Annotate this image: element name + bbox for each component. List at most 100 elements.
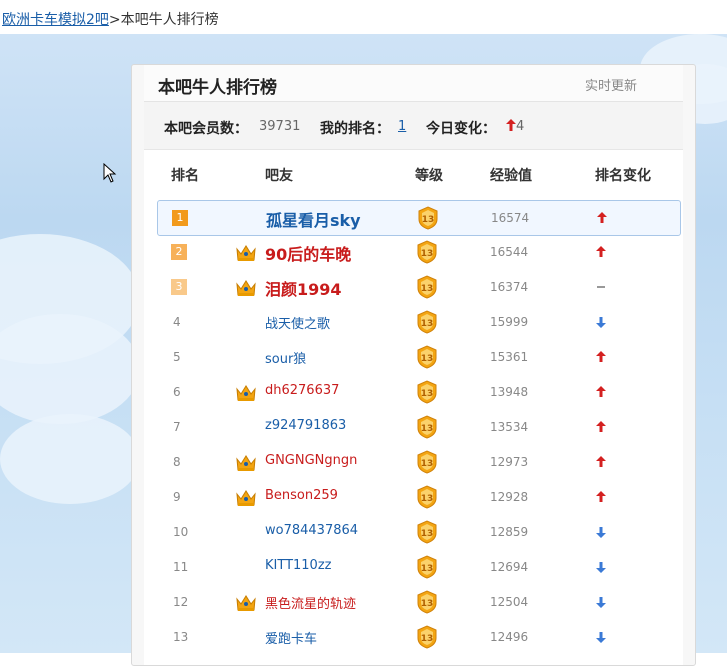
level-badge-icon: 13 (417, 240, 437, 264)
level-badge-icon: 13 (417, 310, 437, 334)
svg-text:13: 13 (421, 354, 434, 364)
svg-text:13: 13 (421, 249, 434, 259)
column-rank: 排名 (171, 168, 199, 184)
panel-header: 本吧牛人排行榜 实时更新 (144, 65, 683, 102)
exp-value: 16544 (490, 245, 529, 259)
user-name-link[interactable]: 战天使之歌 (265, 313, 330, 332)
crown-icon (236, 280, 256, 296)
exp-value: 12496 (490, 630, 529, 644)
members-label: 本吧会员数： (164, 121, 248, 137)
user-name-link[interactable]: z924791863 (265, 418, 346, 433)
rank-badge: 3 (171, 279, 187, 295)
exp-value: 13948 (490, 385, 529, 399)
level-badge-icon: 13 (418, 206, 438, 230)
rank-badge: 7 (173, 420, 181, 434)
arrow-up-icon (596, 456, 606, 467)
exp-value: 13534 (490, 420, 529, 434)
members-count: 39731 (259, 119, 301, 134)
breadcrumb-current: 本吧牛人排行榜 (120, 12, 219, 28)
exp-value: 16574 (491, 211, 530, 225)
user-name-link[interactable]: 90后的车晚 (265, 241, 351, 265)
level-badge-icon: 13 (417, 520, 437, 544)
user-name-link[interactable]: 爱跑卡车 (265, 628, 317, 647)
rank-badge: 1 (172, 210, 188, 226)
rank-badge: 2 (171, 244, 187, 260)
svg-text:13: 13 (421, 529, 434, 539)
arrow-down-icon (596, 317, 606, 328)
user-name-link[interactable]: wo784437864 (265, 523, 358, 538)
stats-bar: 本吧会员数： 39731 我的排名： 1 今日变化： 4 (144, 102, 683, 150)
arrow-up-icon (596, 246, 606, 257)
user-name-link[interactable]: Benson259 (265, 488, 338, 503)
level-badge-icon: 13 (417, 450, 437, 474)
rank-badge: 13 (173, 630, 189, 644)
user-name-link[interactable]: GNGNGNgngn (265, 453, 357, 468)
exp-value: 12694 (490, 560, 529, 574)
level-badge-icon: 13 (417, 345, 437, 369)
table-row: 7 z924791863 13 13534 (157, 410, 679, 444)
svg-text:13: 13 (421, 284, 434, 294)
user-name-link[interactable]: 泪颜1994 (265, 276, 342, 300)
rank-badge: 9 (173, 490, 181, 504)
svg-text:13: 13 (421, 389, 434, 399)
crown-icon (236, 595, 256, 611)
svg-text:13: 13 (421, 424, 434, 434)
user-name-link[interactable]: KITT110zz (265, 558, 331, 573)
svg-text:13: 13 (421, 634, 434, 644)
level-badge-icon: 13 (417, 415, 437, 439)
column-change: 排名变化 (595, 168, 651, 184)
arrow-up-icon (596, 351, 606, 362)
arrow-up-icon (596, 421, 606, 432)
rank-badge: 8 (173, 455, 181, 469)
user-name-link[interactable]: dh6276637 (265, 383, 339, 398)
table-row: 5 sour狼 13 15361 (157, 340, 679, 374)
rank-badge: 12 (173, 595, 189, 609)
today-change-number: 4 (516, 119, 525, 134)
exp-value: 12859 (490, 525, 529, 539)
arrow-up-icon (597, 212, 607, 223)
user-name-link[interactable]: 黑色流星的轨迹 (265, 593, 356, 612)
live-update-label: 实时更新 (584, 79, 637, 94)
arrow-up-icon (506, 119, 516, 131)
user-name-link[interactable]: 孤星看月sky (266, 207, 361, 231)
level-badge-icon: 13 (417, 380, 437, 404)
level-badge-icon: 13 (417, 625, 437, 649)
cloud (0, 414, 140, 504)
level-badge-icon: 13 (417, 555, 437, 579)
svg-text:13: 13 (421, 494, 434, 504)
rank-badge: 5 (173, 350, 181, 364)
breadcrumb: 欧洲卡车模拟2吧>本吧牛人排行榜 (2, 11, 219, 29)
column-exp: 经验值 (490, 168, 532, 184)
svg-text:13: 13 (421, 564, 434, 574)
rank-badge: 10 (173, 525, 189, 539)
svg-text:13: 13 (421, 599, 434, 609)
arrow-down-icon (596, 632, 606, 643)
no-change-icon (597, 286, 605, 288)
table-row: 8 GNGNGNgngn 13 12973 (157, 445, 679, 479)
exp-value: 12973 (490, 455, 529, 469)
exp-value: 15999 (490, 315, 529, 329)
rank-badge: 11 (173, 560, 189, 574)
crown-icon (236, 490, 256, 506)
crown-icon (236, 455, 256, 471)
breadcrumb-separator: > (108, 12, 121, 28)
my-rank-link[interactable]: 1 (398, 119, 406, 134)
table-row: 11 KITT110zz 13 12694 (157, 550, 679, 584)
table-row: 1 孤星看月sky 13 16574 (157, 200, 681, 236)
table-row: 13 爱跑卡车 13 12496 (157, 620, 679, 654)
user-name-link[interactable]: sour狼 (265, 348, 306, 367)
svg-text:13: 13 (421, 319, 434, 329)
table-row: 10 wo784437864 13 12859 (157, 515, 679, 549)
mouse-cursor-icon (103, 163, 117, 183)
column-level: 等级 (415, 168, 443, 184)
today-change-label: 今日变化： (426, 121, 496, 137)
table-row: 4 战天使之歌 13 15999 (157, 305, 679, 339)
arrow-up-icon (596, 386, 606, 397)
ranking-panel-body: 本吧牛人排行榜 实时更新 本吧会员数： 39731 我的排名： 1 今日变化： … (144, 65, 683, 665)
table-row: 12 黑色流星的轨迹 13 12504 (157, 585, 679, 619)
exp-value: 12504 (490, 595, 529, 609)
breadcrumb-forum-link[interactable]: 欧洲卡车模拟2吧 (2, 12, 109, 28)
crown-icon (236, 385, 256, 401)
rank-badge: 6 (173, 385, 181, 399)
crown-icon (236, 245, 256, 261)
